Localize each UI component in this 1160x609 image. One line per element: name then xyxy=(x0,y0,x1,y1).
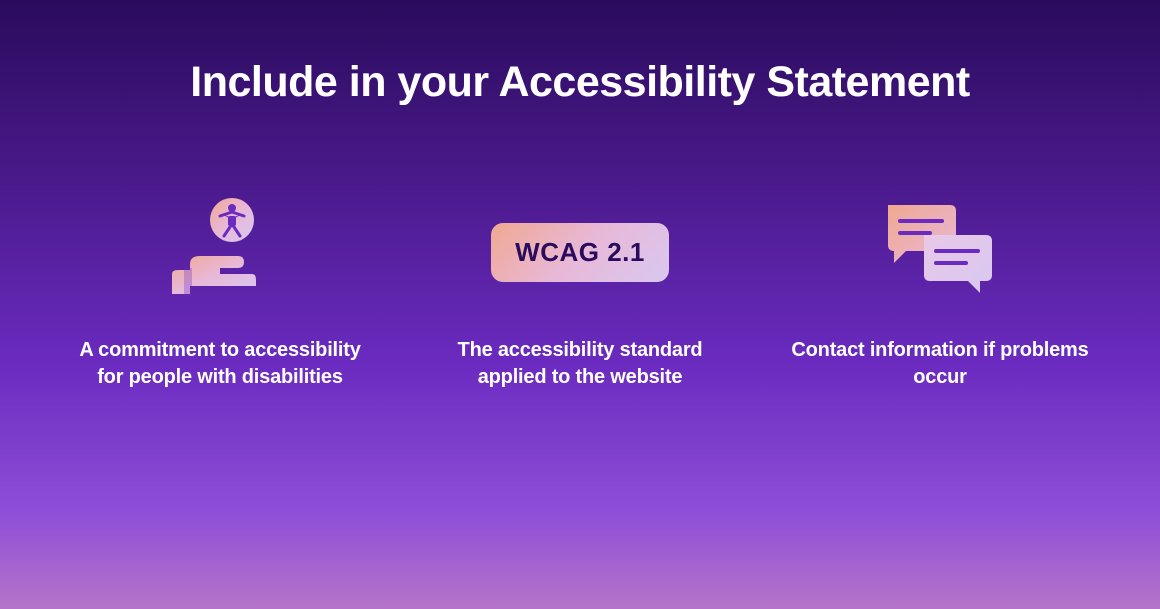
wcag-badge-text: WCAG 2.1 xyxy=(491,223,669,282)
feature-contact: Contact information if problems occur xyxy=(780,187,1100,391)
feature-caption: A commitment to accessibility for people… xyxy=(70,337,370,391)
feature-caption: The accessibility standard applied to th… xyxy=(430,337,730,391)
feature-commitment: A commitment to accessibility for people… xyxy=(60,187,380,391)
chat-bubbles-icon xyxy=(880,187,1000,317)
feature-caption: Contact information if problems occur xyxy=(790,337,1090,391)
hand-accessibility-icon xyxy=(160,187,280,317)
feature-standard: WCAG 2.1 The accessibility standard appl… xyxy=(420,187,740,391)
wcag-badge-icon: WCAG 2.1 xyxy=(491,187,669,317)
page-title: Include in your Accessibility Statement xyxy=(0,0,1160,107)
feature-columns: A commitment to accessibility for people… xyxy=(0,107,1160,391)
